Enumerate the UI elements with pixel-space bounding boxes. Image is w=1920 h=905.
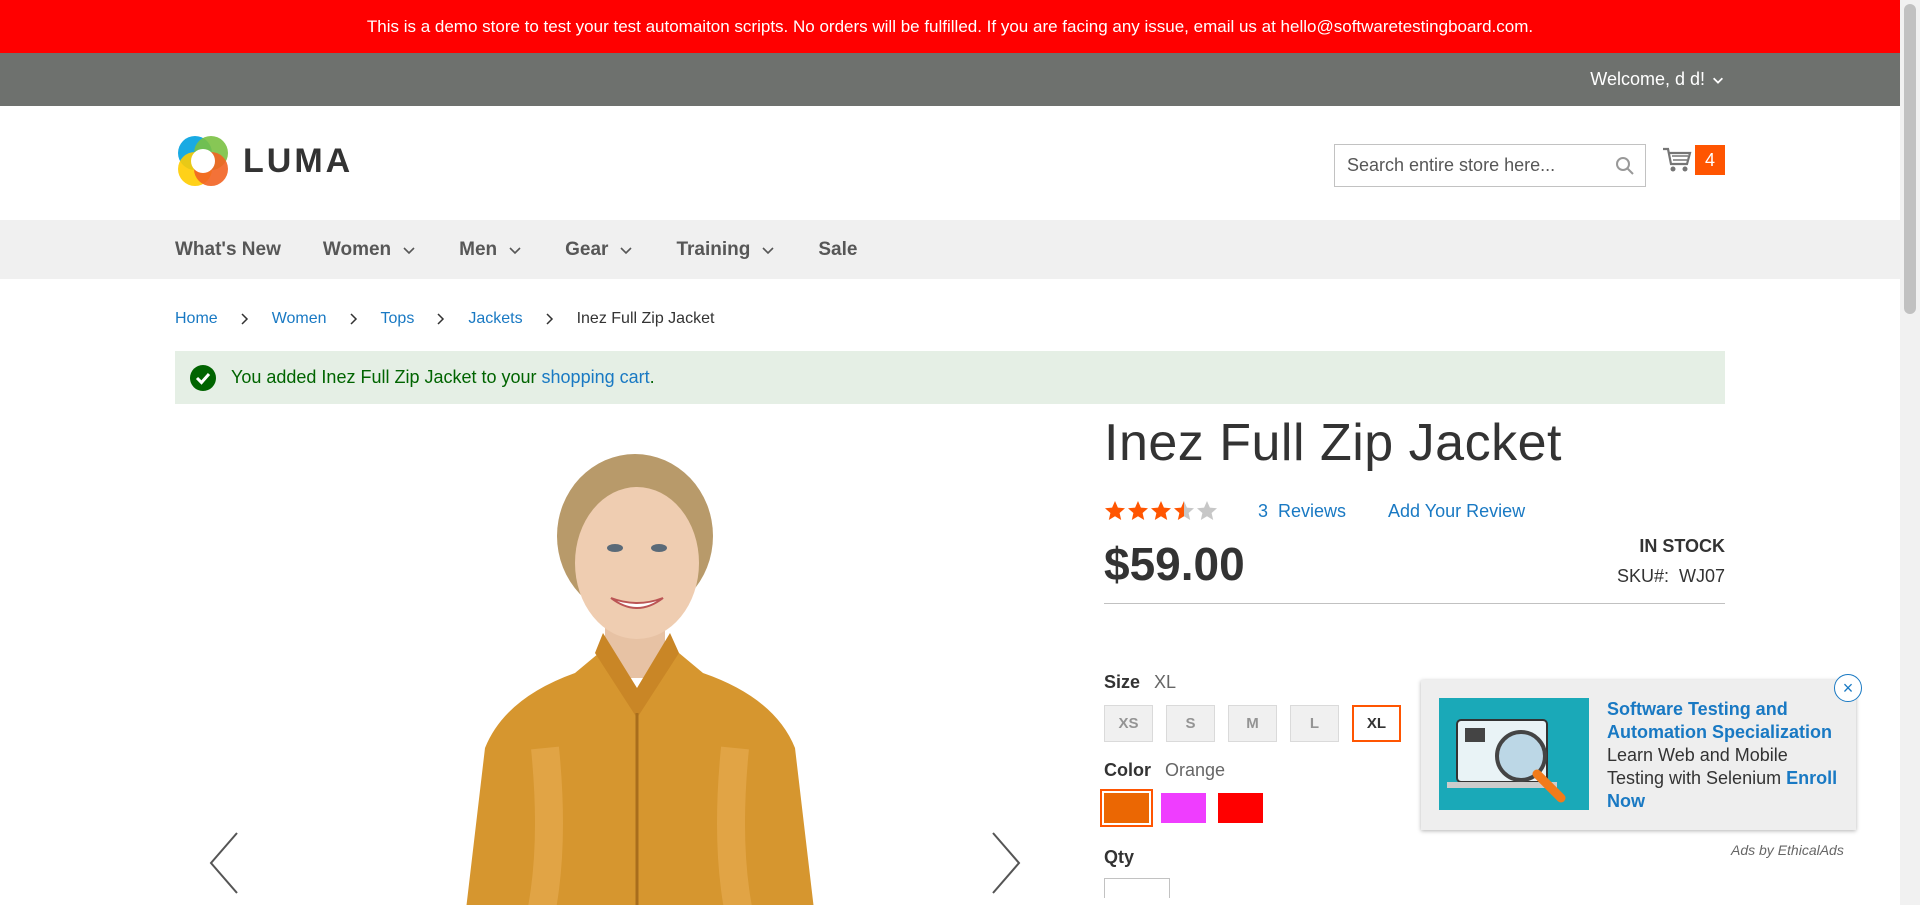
nav-item-women[interactable]: Women xyxy=(323,239,417,261)
message-text: You added Inez Full Zip Jacket to your xyxy=(231,367,542,387)
chevron-right-icon xyxy=(546,313,553,325)
nav-item-label: Training xyxy=(676,238,751,260)
demo-notice-text: This is a demo store to test your test a… xyxy=(366,17,1534,36)
welcome-text: Welcome, d d! xyxy=(1590,69,1705,89)
top-bar: Welcome, d d! xyxy=(0,53,1900,106)
breadcrumb-jackets[interactable]: Jackets xyxy=(468,310,522,328)
size-swatch-l[interactable]: L xyxy=(1290,705,1339,743)
nav-item-men[interactable]: Men xyxy=(459,239,523,261)
product-sku: SKU#: WJ07 xyxy=(1617,566,1725,587)
qty-input[interactable] xyxy=(1104,878,1170,899)
message-suffix: . xyxy=(649,367,655,387)
nav-item-label: What's New xyxy=(175,238,281,260)
color-swatch-purple[interactable] xyxy=(1161,793,1206,824)
reviews-link[interactable]: 3 Reviews xyxy=(1258,501,1346,522)
chevron-down-icon xyxy=(403,246,415,254)
success-check-icon xyxy=(190,364,216,391)
search-icon[interactable] xyxy=(1615,156,1635,176)
size-swatch-xl[interactable]: XL xyxy=(1352,705,1401,743)
qty-label: Qty xyxy=(1104,847,1135,868)
nav-item-label: Women xyxy=(322,238,392,260)
nav-item-sale[interactable]: Sale xyxy=(818,239,857,261)
nav-item-training[interactable]: Training xyxy=(676,239,776,261)
size-swatch-m[interactable]: M xyxy=(1228,705,1277,743)
gallery-prev-arrow-icon[interactable] xyxy=(205,828,245,898)
color-swatch-red[interactable] xyxy=(1218,793,1263,824)
nav-item-gear[interactable]: Gear xyxy=(565,239,634,261)
breadcrumb-home[interactable]: Home xyxy=(175,310,218,328)
scrollbar-thumb[interactable] xyxy=(1904,4,1916,314)
color-selected: Orange xyxy=(1165,760,1226,781)
stock-status: In stock xyxy=(1639,536,1725,557)
gallery-next-arrow-icon[interactable] xyxy=(985,828,1025,898)
success-message: You added Inez Full Zip Jacket to your s… xyxy=(175,351,1725,404)
breadcrumb: Home Women Tops Jackets Inez Full Zip Ja… xyxy=(175,310,714,328)
chevron-down-icon xyxy=(620,246,633,254)
sku-label: SKU#: xyxy=(1616,566,1669,587)
add-review-link[interactable]: Add Your Review xyxy=(1388,501,1525,522)
shopping-cart-icon xyxy=(1663,147,1692,172)
ad-illustration-image xyxy=(1439,698,1589,810)
cart-count-badge: 4 xyxy=(1695,145,1725,175)
ad-body: Learn Web and Mobile Testing with Seleni… xyxy=(1607,745,1788,788)
nav-item-label: Gear xyxy=(565,238,609,260)
search-input[interactable] xyxy=(1335,145,1605,186)
product-title: Inez Full Zip Jacket xyxy=(1104,414,1562,472)
product-image xyxy=(466,454,814,905)
page-scrollbar[interactable] xyxy=(1900,0,1920,905)
logo-link[interactable]: LUMA xyxy=(175,133,353,189)
sku-value: WJ07 xyxy=(1678,566,1725,587)
luma-logo-icon xyxy=(178,136,228,186)
chevron-right-icon xyxy=(350,313,357,325)
size-selected: XL xyxy=(1154,672,1177,693)
customer-menu-toggle[interactable]: Welcome, d d! xyxy=(1590,53,1725,106)
star-icon xyxy=(1174,501,1194,521)
nav-item-what-s-new[interactable]: What's New xyxy=(175,239,281,261)
size-label: Size xyxy=(1104,672,1141,693)
breadcrumb-women[interactable]: Women xyxy=(272,310,327,328)
search-box xyxy=(1334,144,1646,187)
ad-attribution[interactable]: Ads by EthicalAds xyxy=(1731,842,1844,858)
ad-headline[interactable]: Software Testing and Automation Speciali… xyxy=(1607,699,1832,742)
ethical-ad[interactable]: Software Testing and Automation Speciali… xyxy=(1421,674,1862,830)
chevron-right-icon xyxy=(437,313,445,325)
star-icon xyxy=(1105,501,1125,521)
main-navigation: What's New Women Men Gear Training Sale xyxy=(0,220,1900,279)
nav-item-label: Men xyxy=(459,238,498,260)
ad-text: Software Testing and Automation Speciali… xyxy=(1607,698,1839,813)
nav-item-label: Sale xyxy=(818,238,858,260)
chevron-right-icon xyxy=(241,313,248,325)
product-gallery xyxy=(175,418,1085,905)
shopping-cart-link[interactable]: shopping cart xyxy=(542,367,650,388)
star-icon xyxy=(1151,501,1171,521)
page-header: LUMA 4 xyxy=(0,106,1900,220)
size-swatch-s[interactable]: S xyxy=(1166,705,1215,743)
color-label: Color xyxy=(1104,760,1151,781)
minicart-link[interactable]: 4 xyxy=(1662,145,1725,175)
demo-notice-bar: This is a demo store to test your test a… xyxy=(0,0,1900,53)
logo-text: LUMA xyxy=(243,141,354,180)
chevron-down-icon xyxy=(762,246,774,254)
size-swatch-xs[interactable]: XS xyxy=(1104,705,1153,743)
rating-stars xyxy=(1104,500,1218,522)
price-box: $59.00 In stock SKU#: WJ07 xyxy=(1104,534,1725,605)
color-swatch-orange[interactable] xyxy=(1100,789,1153,828)
star-icon xyxy=(1197,501,1217,521)
ad-close-button[interactable]: × xyxy=(1834,674,1862,702)
chevron-down-icon xyxy=(509,246,521,254)
chevron-down-icon xyxy=(1713,77,1723,84)
reviews-summary: 3 Reviews Add Your Review xyxy=(1104,500,1725,522)
breadcrumb-current: Inez Full Zip Jacket xyxy=(576,310,715,327)
breadcrumb-tops[interactable]: Tops xyxy=(381,310,415,328)
star-icon xyxy=(1128,501,1148,521)
